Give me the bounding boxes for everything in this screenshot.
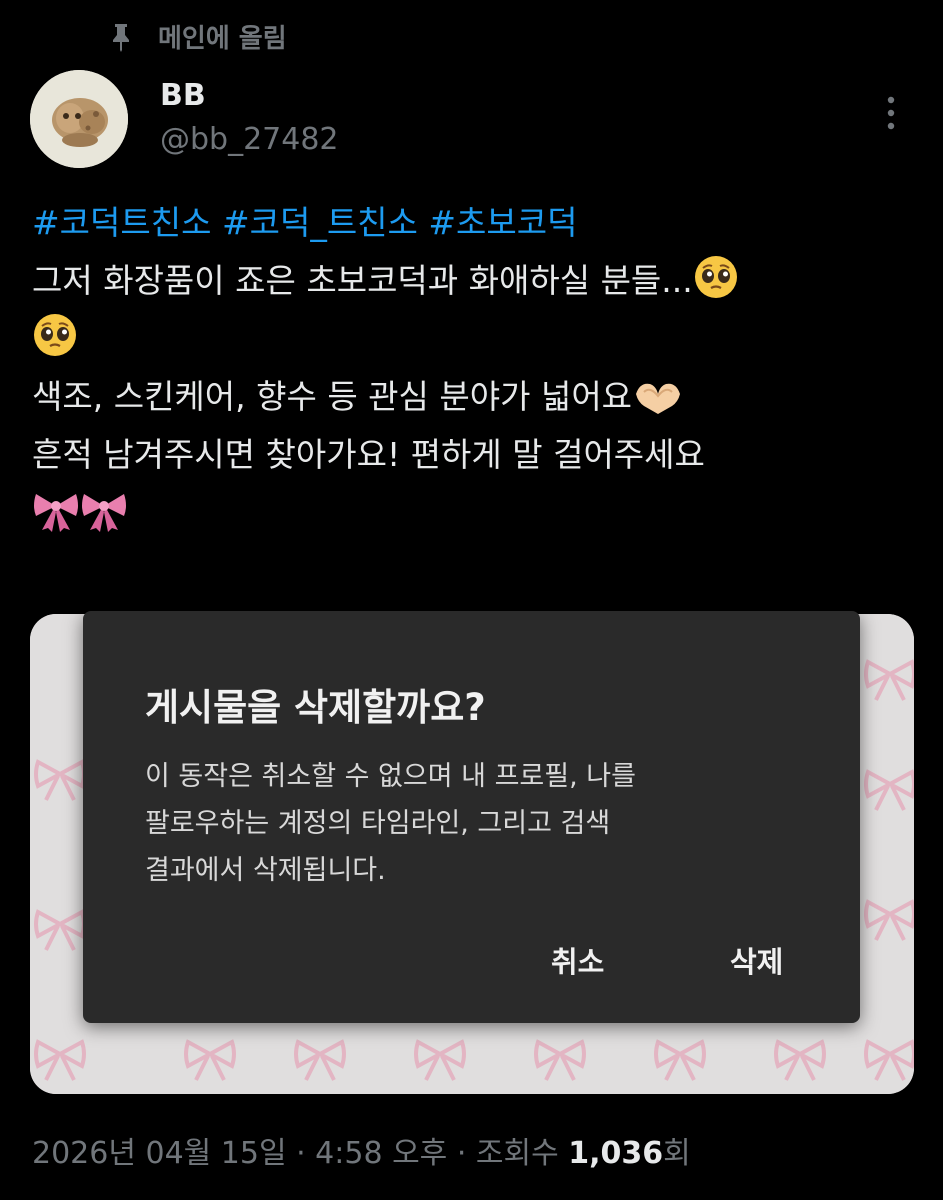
- tweet-line: [32, 310, 912, 368]
- dialog-message-line: 팔로우하는 계정의 타임라인, 그리고 검색: [145, 808, 611, 839]
- timestamp[interactable]: 2026년 04월 15일 · 4:58 오후 · 조회수: [32, 1136, 559, 1171]
- hashtag-link[interactable]: #초보코덕: [428, 203, 577, 242]
- pinned-label: 메인에 올림: [158, 24, 287, 54]
- ribbon-line: [32, 484, 912, 542]
- pleading-face-emoji: [694, 256, 737, 298]
- dialog-message-line: 결과에서 삭제됩니다.: [145, 855, 386, 886]
- tweet-line-1: 그저 화장품이 죠은 초보코덕과 화애하실 분들...: [32, 261, 693, 300]
- author-display-name[interactable]: BB: [160, 78, 206, 113]
- dialog-message-line: 이 동작은 취소할 수 없으며 내 프로필, 나를: [145, 761, 636, 792]
- dialog-title: 게시물을 삭제할까요?: [145, 686, 486, 729]
- tweet-text: #코덕트친소 #코덕_트친소 #초보코덕 그저 화장품이 죠은 초보코덕과 화애…: [32, 194, 912, 542]
- views-suffix: 회: [663, 1136, 691, 1171]
- ribbon-emoji: [82, 494, 126, 532]
- more-vertical-icon[interactable]: [880, 95, 902, 131]
- tweet-line: 색조, 스킨케어, 향수 등 관심 분야가 넓어요: [32, 368, 912, 426]
- author-handle[interactable]: @bb_27482: [160, 122, 339, 157]
- tweet-line: 그저 화장품이 죠은 초보코덕과 화애하실 분들...: [32, 252, 912, 310]
- tweet-line: 흔적 남겨주시면 찾아가요! 편하게 말 걸어주세요: [32, 426, 912, 484]
- hashtag-link[interactable]: #코덕_트친소: [222, 203, 418, 242]
- tweet-line-3: 색조, 스킨케어, 향수 등 관심 분야가 넓어요: [32, 377, 633, 416]
- pinned-indicator: 메인에 올림: [108, 18, 287, 55]
- ribbon-emoji: [34, 494, 78, 532]
- tweet-line-4: 흔적 남겨주시면 찾아가요! 편하게 말 걸어주세요: [32, 435, 705, 474]
- avatar[interactable]: [30, 70, 128, 168]
- tweet-meta: 2026년 04월 15일 · 4:58 오후 · 조회수 1,036회: [32, 1128, 691, 1172]
- avatar-image: [30, 70, 128, 168]
- pleading-face-emoji: [34, 314, 76, 356]
- delete-confirm-dialog: 게시물을 삭제할까요? 이 동작은 취소할 수 없으며 내 프로필, 나를 팔로…: [83, 611, 860, 1023]
- heart-hands-emoji: [636, 383, 681, 414]
- delete-button[interactable]: 삭제: [730, 939, 783, 981]
- pin-icon: [113, 23, 129, 52]
- dialog-message: 이 동작은 취소할 수 없으며 내 프로필, 나를 팔로우하는 계정의 타임라인…: [145, 753, 795, 894]
- views-count: 1,036: [568, 1136, 664, 1171]
- hashtag-link[interactable]: #코덕트친소: [32, 203, 211, 242]
- hashtag-line: #코덕트친소 #코덕_트친소 #초보코덕: [32, 194, 912, 252]
- cancel-button[interactable]: 취소: [551, 939, 604, 981]
